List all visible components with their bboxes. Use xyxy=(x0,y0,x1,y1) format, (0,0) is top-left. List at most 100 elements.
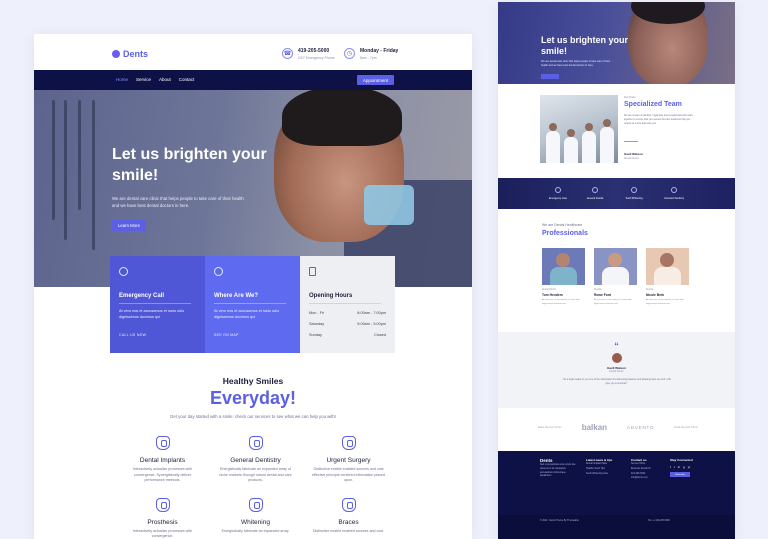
top-header: Dents ☎ 419-205-5000 24/7 Emergency Phon… xyxy=(34,34,472,70)
card-title: Emergency Call xyxy=(119,293,165,299)
linkedin-icon[interactable]: in xyxy=(678,465,680,469)
phone-caption: 24/7 Emergency Phone xyxy=(298,56,335,60)
section-highlight: Everyday! xyxy=(209,388,297,408)
nav-links: Home Service About Contact xyxy=(116,77,194,82)
twitter-icon[interactable]: t xyxy=(674,465,675,469)
subscribe-button[interactable]: Subscribe xyxy=(670,472,690,477)
logo-text: Dents xyxy=(123,49,149,59)
site-logo[interactable]: Dents xyxy=(112,49,148,59)
service-item[interactable]: Dental Implants Interactively actualize … xyxy=(116,436,209,484)
service-item[interactable]: Braces Distinctive enable enabled source… xyxy=(302,497,395,539)
hours-time: 8am - 7pm xyxy=(360,56,377,60)
hours-day: Mon - Fri xyxy=(309,311,325,315)
doctor-card[interactable]: Dental Doctor Tom Henders At vero eos et… xyxy=(542,248,585,306)
learn-more-button[interactable]: Learn More xyxy=(112,220,146,231)
footer-contact-line: 419-205-5000 xyxy=(631,472,646,475)
whitening-icon xyxy=(248,497,263,512)
doctors-list: Dental Doctor Tom Henders At vero eos et… xyxy=(542,248,689,306)
feature-item[interactable]: General Dentist xyxy=(581,187,609,200)
appointment-button[interactable]: Appointment xyxy=(357,75,394,85)
doctor-photo xyxy=(594,248,637,285)
footer-news-item[interactable]: Healthy Teeth Tips xyxy=(586,468,624,472)
footer-about-text: Sed ut perspiciatis unde omnis iste natu… xyxy=(540,464,576,478)
partner-logos: Ekta Dental Clinic balkan ADVENTO Ekta D… xyxy=(538,423,698,432)
braces-icon xyxy=(341,497,356,512)
team-title: Specialized Team xyxy=(624,101,682,108)
preview-hero-text: We are dental care clinic that helps peo… xyxy=(541,60,611,67)
sparkle-icon xyxy=(631,187,637,193)
footer-news-item[interactable]: Dental Implant Plans xyxy=(586,463,624,467)
features-band: Emergency Care General Dentist Teeth Whi… xyxy=(498,178,735,209)
partner-logo-ekta-2: Ekta Dental Clinic xyxy=(674,424,698,429)
phone-contact: ☎ 419-205-5000 24/7 Emergency Phone xyxy=(282,48,335,60)
card-divider xyxy=(214,303,286,304)
patient-hair xyxy=(282,90,402,146)
doctor-text: At vero eos et accusamus et iusto odio d… xyxy=(646,299,684,305)
doctor-card[interactable]: Dentist Nicole Berk At vero eos et accus… xyxy=(646,248,689,306)
phone-number[interactable]: 419-205-5000 xyxy=(298,48,335,54)
emergency-icon xyxy=(555,187,561,193)
footer-news-item[interactable]: Teeth Whitening Care xyxy=(586,473,624,477)
service-desc: Distinctive enable enabled sources and c… xyxy=(311,467,386,482)
feature-label: General Dentist xyxy=(586,197,604,200)
nav-home[interactable]: Home xyxy=(116,77,128,82)
preview-learn-button[interactable] xyxy=(541,74,559,79)
youtube-icon[interactable]: yt xyxy=(688,465,690,469)
doctor-photo xyxy=(542,248,585,285)
hours-row: Saturday 9:00am - 5:00pm xyxy=(309,322,386,326)
team-photo xyxy=(540,95,618,163)
service-desc: Energistically fabricate an expanded arr… xyxy=(219,467,292,482)
footer-logo[interactable]: Dents xyxy=(540,458,578,463)
card-divider xyxy=(309,303,381,304)
see-map-link[interactable]: SEE ON MAP xyxy=(214,333,291,337)
service-name: Dental Implants xyxy=(139,457,186,464)
full-page-preview: Let us brighten your smile! We are denta… xyxy=(498,2,735,539)
copyright-text: © 2022 - Dents Theme By Themeable xyxy=(540,520,579,522)
footer-contact: Contact us Service Office Business Denta… xyxy=(631,458,669,481)
footer-contact-line: Business Dental St. xyxy=(631,467,652,470)
team-text: We are a team of dentists, hygienists an… xyxy=(624,114,693,125)
doctor-card[interactable]: Dentist Rowe Ford At vero eos et accusam… xyxy=(594,248,637,306)
doctor-role: Dentist xyxy=(594,289,602,291)
service-item[interactable]: Prosthesis Interactively actualize proce… xyxy=(116,497,209,539)
feature-label: Cosmetic Dentistry xyxy=(663,197,685,200)
card-text: At vero eos et accusamus et iusto odio d… xyxy=(119,309,185,319)
feature-item[interactable]: Cosmetic Dentistry xyxy=(660,187,688,200)
nav-about[interactable]: About xyxy=(159,77,171,82)
service-item[interactable]: Whitening Energistically fabricate an ex… xyxy=(209,497,302,539)
doctor-photo xyxy=(646,248,689,285)
facebook-icon[interactable]: f xyxy=(670,465,671,469)
footer: Dents Sed ut perspiciatis unde omnis ist… xyxy=(498,451,735,515)
nav-contact[interactable]: Contact xyxy=(179,77,195,82)
service-item[interactable]: Urgent Surgery Distinctive enable enable… xyxy=(302,436,395,484)
footer-stay-head: Stay Connected xyxy=(670,458,693,462)
feature-item[interactable]: Emergency Care xyxy=(544,187,572,200)
nav-service[interactable]: Service xyxy=(136,77,151,82)
card-title: Where Are We? xyxy=(214,293,259,299)
card-text: At vero eos et accusamus et iusto odio d… xyxy=(214,309,280,319)
feature-label: Teeth Whitening xyxy=(625,197,643,200)
card-title: Opening Hours xyxy=(309,293,353,299)
tooth-icon xyxy=(592,187,598,193)
doctor-text: At vero eos et accusamus et iusto odio d… xyxy=(542,299,580,305)
doctor-name: Tom Henders xyxy=(542,293,563,297)
service-name: Urgent Surgery xyxy=(326,457,371,464)
google-icon[interactable]: g xyxy=(683,465,685,469)
copyright-phone: Tel: +1 419-205-5000 xyxy=(648,520,670,522)
hours-days: Monday - Friday xyxy=(360,48,399,54)
partner-logo-balkan: balkan xyxy=(581,423,608,432)
service-item[interactable]: General Dentistry Energistically fabrica… xyxy=(209,436,302,484)
hero-title: Let us brighten your smile! xyxy=(112,146,267,184)
feature-item[interactable]: Teeth Whitening xyxy=(620,187,648,200)
dental-tools-image xyxy=(44,90,114,287)
signature xyxy=(624,140,638,142)
testimonial-text: "As a loyal reader to you one of the inf… xyxy=(562,378,671,385)
copyright-bar: © 2022 - Dents Theme By Themeable Tel: +… xyxy=(498,515,735,539)
call-us-link[interactable]: CALL US NOW xyxy=(119,333,196,337)
footer-stay: Stay Connected f t in g yt Subscribe xyxy=(670,458,693,477)
emergency-card: Emergency Call At vero eos et accusamus … xyxy=(110,256,205,353)
phone-icon: ☎ xyxy=(282,48,293,59)
quote-icon: “ xyxy=(614,341,619,351)
map-pin-icon xyxy=(214,267,223,276)
service-desc: Distinctive enable enabled sources and c… xyxy=(312,528,385,533)
